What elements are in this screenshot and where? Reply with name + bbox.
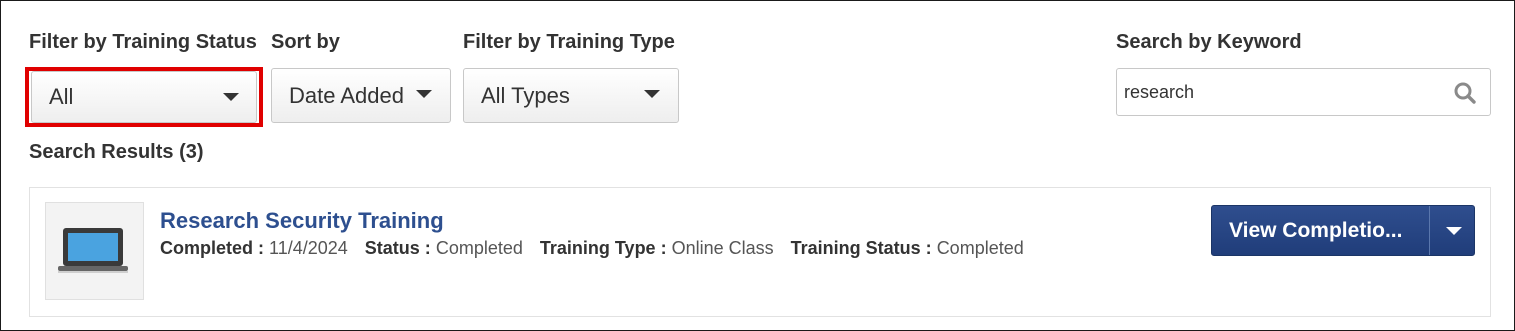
completed-value: 11/4/2024 xyxy=(269,238,348,258)
view-completion-button[interactable]: View Completio... xyxy=(1212,206,1429,255)
sort-label: Sort by xyxy=(271,31,340,53)
chevron-down-icon xyxy=(416,90,432,98)
training-type-label: Training Type : xyxy=(539,238,667,258)
training-type-value: Online Class xyxy=(671,238,774,258)
search-icon[interactable] xyxy=(1453,81,1477,105)
training-type-select[interactable]: All Types xyxy=(463,68,679,123)
status-label: Status : xyxy=(364,238,431,258)
laptop-icon xyxy=(58,228,128,273)
actions-dropdown-toggle[interactable] xyxy=(1430,206,1474,255)
training-status-value: Completed xyxy=(936,238,1024,258)
training-title-link[interactable]: Research Security Training xyxy=(160,208,444,234)
search-results-heading: Search Results (3) xyxy=(29,141,204,163)
training-type-filter-label: Filter by Training Type xyxy=(463,31,675,53)
keyword-search-input[interactable] xyxy=(1124,79,1434,105)
training-status-select[interactable]: All xyxy=(31,71,257,123)
page-frame: Filter by Training Status Sort by Filter… xyxy=(0,0,1515,331)
view-completion-split-button: View Completio... xyxy=(1211,205,1475,256)
chevron-down-icon xyxy=(644,90,660,98)
status-value: Completed xyxy=(435,238,523,258)
training-type-value: All Types xyxy=(481,82,570,108)
training-status-value: All xyxy=(49,84,74,109)
training-meta: Completed : 11/4/2024 Status : Completed… xyxy=(160,238,1024,259)
completed-label: Completed : xyxy=(160,238,265,258)
keyword-search-label: Search by Keyword xyxy=(1116,31,1302,53)
chevron-down-icon xyxy=(1446,227,1462,235)
sort-value: Date Added xyxy=(289,82,404,108)
chevron-down-icon xyxy=(223,93,239,101)
training-status-label: Training Status : xyxy=(790,238,932,258)
training-status-filter-label: Filter by Training Status xyxy=(29,31,257,53)
sort-select[interactable]: Date Added xyxy=(271,68,451,123)
result-thumbnail xyxy=(45,202,144,300)
keyword-search-box xyxy=(1116,68,1491,116)
